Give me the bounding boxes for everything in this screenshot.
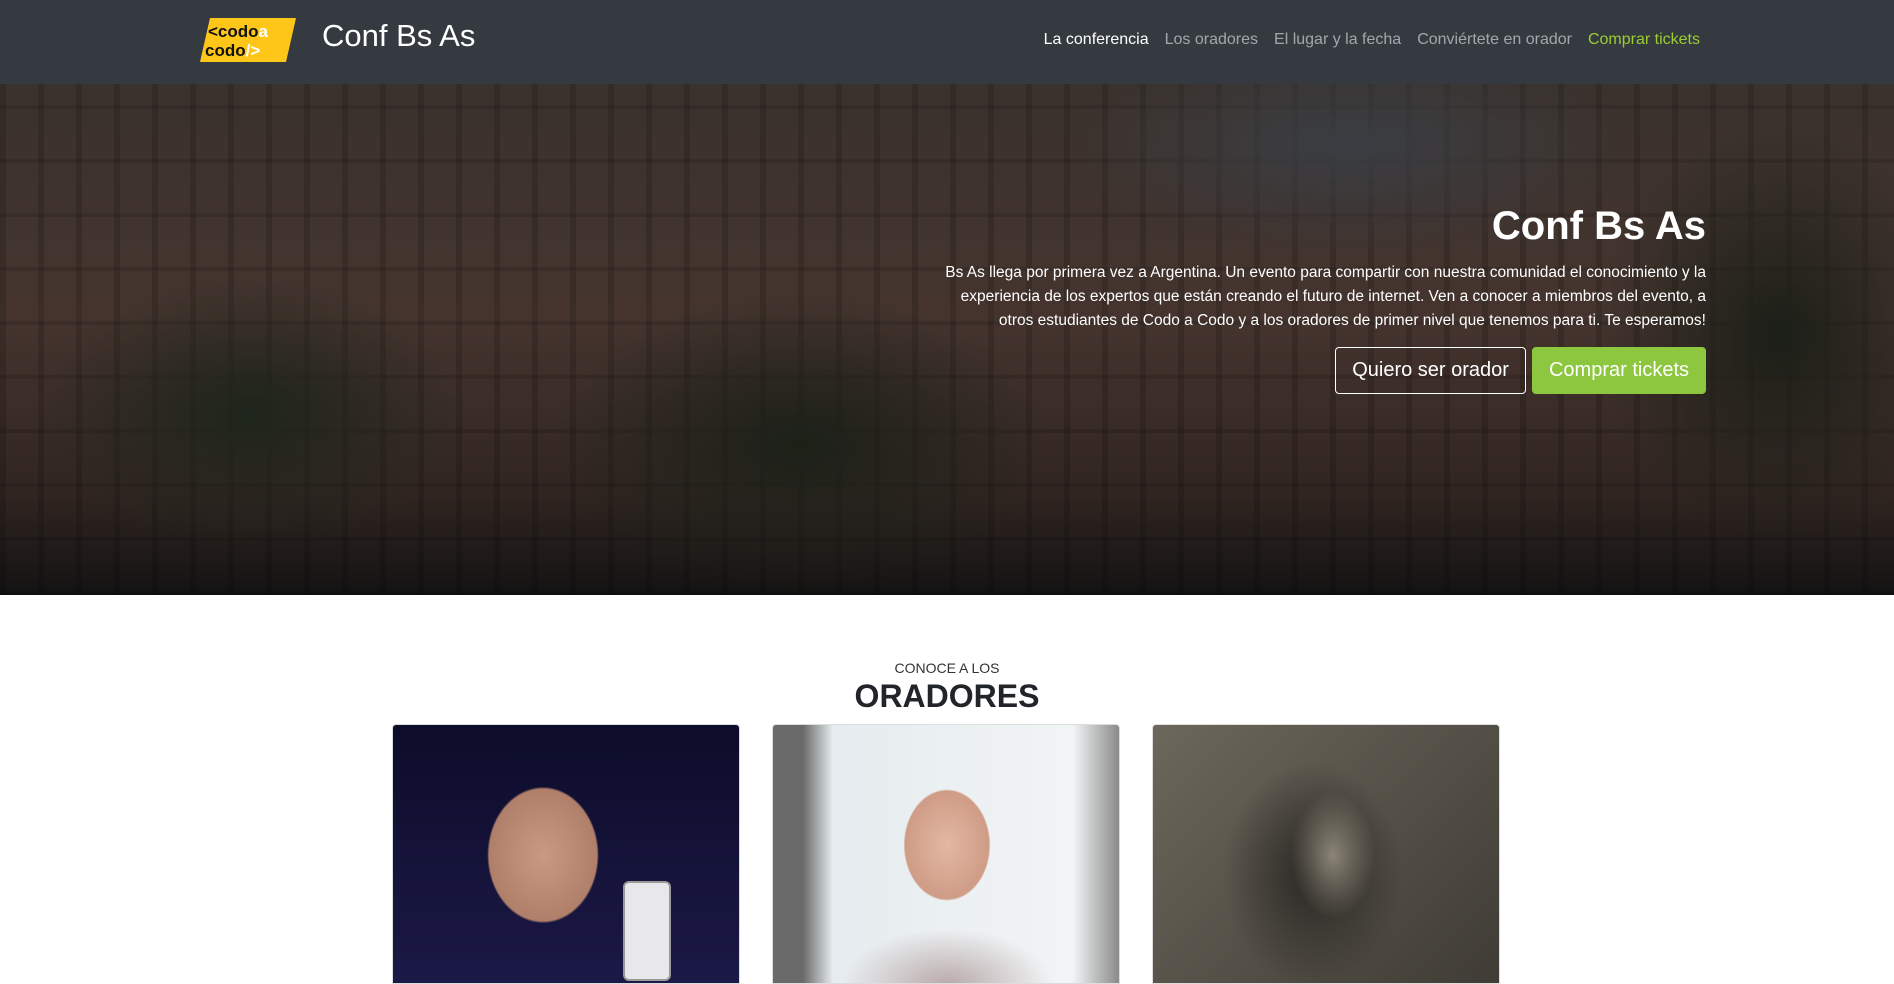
section-subtitle: CONOCE A LOS: [894, 660, 1000, 676]
nav-link-oradores[interactable]: Los oradores: [1165, 31, 1258, 49]
speaker-card-photo: [772, 724, 1120, 984]
speaker-card-photo: [392, 724, 740, 984]
hero-title: Conf Bs As: [1491, 204, 1706, 248]
hero-content: Conf Bs As Bs As llega por primera vez a…: [926, 204, 1706, 394]
codo-a-codo-logo[interactable]: <codoa codo/>: [200, 18, 296, 62]
nav-link-comprar-tickets[interactable]: Comprar tickets: [1588, 31, 1700, 49]
section-title: ORADORES: [854, 678, 1040, 714]
navbar: <codoa codo/> Conf Bs As La conferencia …: [0, 0, 1894, 84]
nav-link-conferencia[interactable]: La conferencia: [1044, 31, 1149, 49]
nav-link-lugar-fecha[interactable]: El lugar y la fecha: [1274, 31, 1401, 49]
phone-image: [623, 881, 671, 981]
hero-text: Bs As llega por primera vez a Argentina.…: [945, 264, 1706, 329]
nav-link-orador[interactable]: Conviértete en orador: [1417, 31, 1572, 49]
svg-text:codo/>: codo/>: [205, 41, 260, 60]
nav-links: La conferencia Los oradores El lugar y l…: [1044, 31, 1700, 49]
hero-banner: Conf Bs As Bs As llega por primera vez a…: [0, 84, 1894, 595]
svg-text:<codoa: <codoa: [208, 22, 269, 41]
buy-tickets-button[interactable]: Comprar tickets: [1531, 347, 1706, 394]
speaker-button[interactable]: Quiero ser orador: [1335, 347, 1526, 394]
brand-title[interactable]: Conf Bs As: [322, 18, 475, 54]
speaker-card-photo: [1152, 724, 1500, 984]
hero-buttons: Quiero ser orador Comprar tickets: [926, 347, 1706, 394]
